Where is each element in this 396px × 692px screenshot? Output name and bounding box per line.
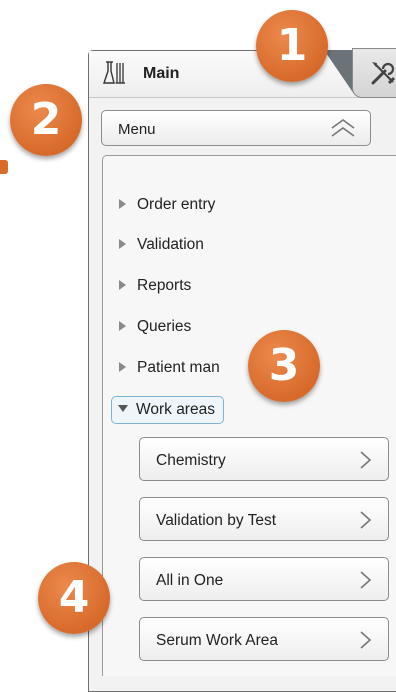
panel-title: Main [143, 65, 180, 82]
work-area-serum-work-area-button[interactable]: Serum Work Area [139, 617, 389, 661]
chevron-right-icon [360, 511, 372, 529]
tree-item-reports[interactable]: Reports [119, 274, 191, 298]
expand-arrow-icon [119, 320, 126, 331]
chevron-right-icon [360, 571, 372, 589]
collapse-arrow-icon [118, 405, 128, 413]
callout-1: 1 [256, 10, 328, 82]
work-area-label: All in One [156, 572, 224, 589]
menu-label: Menu [118, 121, 156, 138]
callout-2: 2 [10, 84, 82, 156]
tree-item-label: Work areas [136, 401, 215, 418]
tab-fold [324, 50, 354, 94]
tree-item-validation[interactable]: Validation [119, 233, 204, 257]
flask-icon [103, 61, 125, 84]
work-area-label: Validation by Test [156, 512, 277, 529]
tree-item-order-entry[interactable]: Order entry [119, 193, 215, 217]
work-area-validation-by-test-button[interactable]: Validation by Test [139, 497, 389, 541]
chevron-right-icon [360, 631, 372, 649]
work-area-chemistry-button[interactable]: Chemistry [139, 437, 389, 481]
tree-item-work-areas[interactable]: Work areas [111, 396, 224, 424]
expand-arrow-icon [119, 238, 126, 249]
work-area-all-in-one-button[interactable]: All in One [139, 557, 389, 601]
work-area-label: Serum Work Area [156, 632, 279, 649]
tools-tab[interactable] [352, 48, 396, 98]
callout-4: 4 [38, 562, 110, 634]
tree-item-label: Queries [137, 318, 192, 335]
tree-item-label: Patient man [137, 359, 220, 376]
tree-item-label: Reports [137, 277, 192, 294]
expand-arrow-icon [119, 361, 126, 372]
double-chevron-up-icon [331, 119, 355, 137]
menu-dropdown[interactable]: Menu [101, 110, 371, 146]
tools-icon [371, 62, 396, 85]
orange-edge-fragment [0, 160, 8, 174]
tree-item-queries[interactable]: Queries [119, 315, 191, 339]
tree-item-label: Validation [137, 236, 204, 253]
expand-arrow-icon [119, 198, 126, 209]
menu-tree: Order entry Validation Reports Queries P… [102, 155, 396, 676]
callout-3: 3 [248, 330, 320, 402]
chevron-right-icon [360, 451, 372, 469]
work-area-label: Chemistry [156, 452, 226, 469]
tree-item-label: Order entry [137, 196, 216, 213]
tree-item-patient-management[interactable]: Patient man [119, 356, 220, 380]
expand-arrow-icon [119, 279, 126, 290]
